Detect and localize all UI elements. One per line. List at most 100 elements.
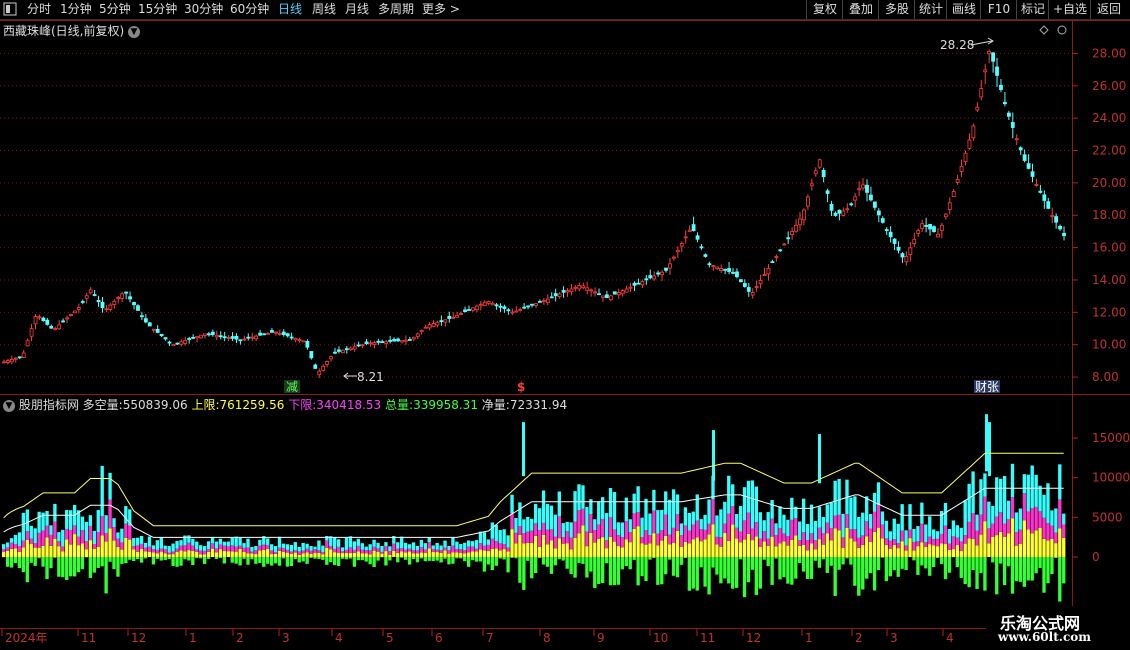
indicator-bar-cyan [360,543,364,550]
candle-body [601,295,605,298]
indicator-bar-magenta [892,539,896,545]
indicator-spike [712,430,715,481]
diamond-icon[interactable] [1039,25,1049,35]
indicator-bar-magenta [861,535,865,545]
indicator-bar-cyan [277,536,282,548]
indicator-bar-cyan [715,515,719,537]
indicator-bar-green [9,557,14,568]
indicator-bar-green [258,557,262,563]
indicator-bar-green [774,557,778,559]
indicator-bar-yellow [1022,520,1026,557]
candle-body [368,342,373,345]
price-axis-labels: 28.00 26.00 24.00 22.00 20.00 18.00 16.00 14.00… [1092,46,1126,384]
indicator-bar-magenta [1046,523,1050,541]
indicator-bar-magenta [5,547,10,551]
expand-icon[interactable] [1057,25,1067,35]
indicator-bar-green [321,557,325,560]
indicator-bar-green [388,557,392,561]
candle-body [175,342,180,345]
indicator-bar-green [1034,557,1038,574]
indicator-bar-cyan [951,520,956,537]
indicator-bar-yellow [407,551,412,557]
indicator-bar-magenta [155,549,160,554]
candle-body [305,341,310,348]
indicator-bar-cyan [786,519,790,537]
indicator-bar-magenta [80,530,85,544]
indicator-bar-cyan [2,544,6,550]
indicator-bar-magenta [112,527,116,541]
indicator-bar-magenta [541,522,546,535]
indicator-bar-magenta [348,547,353,553]
indicator-bar-magenta [195,549,199,552]
indicator-bar-cyan [250,546,254,552]
indicator-bar-cyan [837,478,841,515]
indicator-bar-cyan [754,486,759,523]
indicator-bar-magenta [376,548,380,552]
indicator-bar-cyan [199,545,203,551]
indicator-bar-yellow [679,546,684,557]
candle-body [372,342,377,345]
indicator-bar-cyan [459,544,463,550]
finance-marker[interactable]: 财张 [975,380,999,394]
indicator-bar-yellow [242,552,246,557]
indicator-bar-magenta [317,550,321,553]
indicator-bar-green [754,557,759,596]
candle-body [80,301,85,303]
indicator-bar-cyan [498,530,502,544]
candle-body [778,249,783,252]
stock-chart-canvas[interactable]: 28.0026.0024.0022.0020.0018.0016.0014.00… [0,0,1130,650]
dividend-marker[interactable]: $ [517,380,525,394]
indicator-bar-green [833,557,837,596]
indicator-bar-magenta [226,546,230,552]
candle-body [61,320,65,323]
indicator-bar-green [577,557,581,563]
indicator-bar-green [782,557,786,578]
indicator-bar-yellow [502,549,506,557]
indicator-bar-magenta [467,546,471,553]
indicator-bar-cyan [29,525,33,539]
indicator-bar-cyan [541,490,546,523]
indicator-bar-magenta [135,545,140,552]
indicator-bar-cyan [407,544,412,549]
reduce-marker[interactable]: 减 [286,380,298,394]
indicator-bar-cyan [928,516,932,537]
indicator-bar-cyan [549,505,554,530]
indicator-bar-cyan [258,539,262,546]
indicator-bar-yellow [715,544,719,557]
indicator-bar-magenta [939,533,944,544]
indicator-bar-magenta [305,548,309,553]
indicator-bar-green [565,557,569,569]
indicator-bar-green [348,557,353,559]
candle-body [17,356,22,359]
indicator-bar-green [336,557,341,566]
indicator-bar-magenta [987,528,991,544]
indicator-bar-yellow [778,543,782,557]
candle-body [612,291,617,295]
chevron-down-icon[interactable]: ▼ [128,25,141,38]
indicator-bar-cyan [340,547,345,552]
indicator-bar-green [100,557,104,567]
indicator-bar-yellow [167,554,171,557]
indicator-bar-cyan [628,519,632,533]
indicator-bar-magenta [801,532,806,545]
indicator-bar-magenta [258,545,262,551]
indicator-bar-yellow [573,537,577,557]
indicator-bar-yellow [139,548,144,557]
candle-body [790,231,795,235]
indicator-bar-cyan [384,542,388,547]
indicator-bar-yellow [703,539,707,557]
indicator-bar-magenta [167,552,171,555]
indicator-bar-green [459,557,463,559]
indicator-bar-magenta [742,520,747,540]
candle-body [805,196,810,207]
indicator-bar-green [829,557,833,566]
chevron-down-icon[interactable]: ▼ [3,399,15,412]
indicator-bar-yellow [1006,533,1011,557]
indicator-bar-magenta [715,536,719,545]
indicator-bar-yellow [924,547,928,557]
candle-body [132,301,136,306]
indicator-value-upper: 761259.56 [219,398,285,412]
candle-body [1003,101,1007,105]
indicator-bar-yellow [108,528,112,557]
indicator-bar-green [187,557,191,561]
